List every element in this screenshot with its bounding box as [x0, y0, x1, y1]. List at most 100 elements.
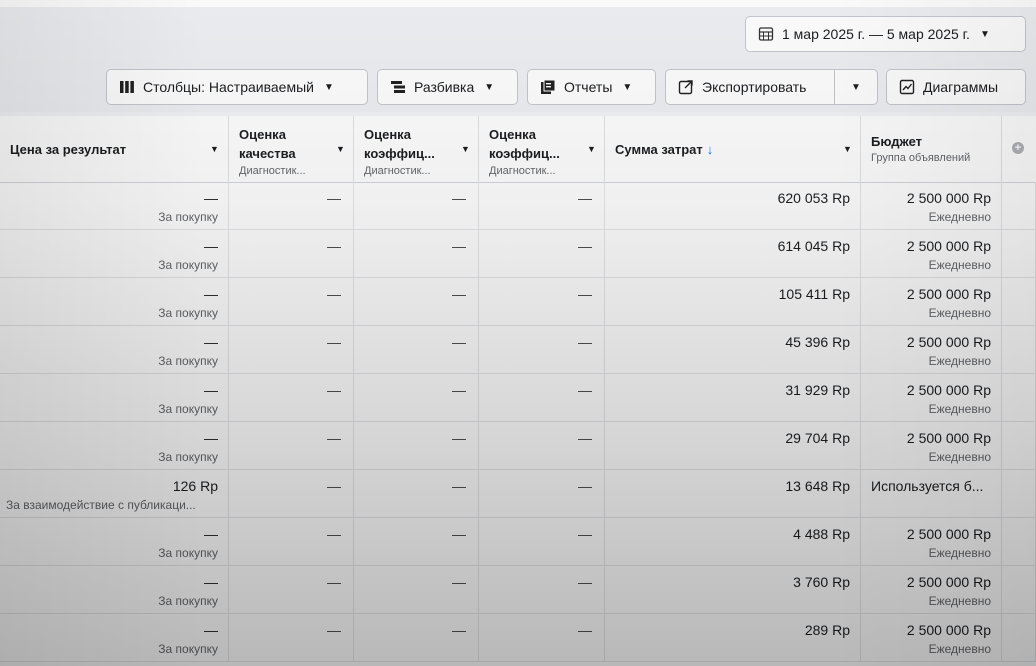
breakdown-label: Разбивка: [414, 79, 475, 95]
price-value: —: [204, 622, 218, 638]
cell-conversion: —: [479, 182, 605, 230]
breakdown-button[interactable]: Разбивка ▼: [377, 69, 518, 105]
cell-budget: 2 500 000 Rp Ежедневно: [861, 374, 1002, 422]
chevron-down-icon[interactable]: ▼: [336, 144, 345, 154]
export-button[interactable]: Экспортировать: [665, 69, 835, 105]
price-result-type: За покупку: [158, 594, 218, 608]
cell-conversion: —: [479, 470, 605, 518]
cell-budget: 2 500 000 Rp Ежедневно: [861, 422, 1002, 470]
cell-quality: —: [229, 566, 354, 614]
cell-budget: 2 500 000 Rp Ежедневно: [861, 566, 1002, 614]
price-result-type: За покупку: [158, 450, 218, 464]
quality-value: —: [327, 622, 341, 638]
cell-quality: —: [229, 518, 354, 566]
table-row[interactable]: — За покупку — — — 105 411 Rp 2 500 000 Rp Ежед…: [0, 278, 1036, 326]
ads-manager-page: 1 мар 2025 г. — 5 мар 2025 г. ▼ Столбцы:…: [0, 0, 1036, 666]
conversion-value: —: [578, 190, 592, 206]
engagement-value: —: [452, 238, 466, 254]
cell-budget: 2 500 000 Rp Ежедневно: [861, 230, 1002, 278]
chevron-down-icon[interactable]: ▼: [461, 144, 470, 154]
chevron-down-icon[interactable]: ▼: [587, 144, 596, 154]
top-divider: [0, 0, 1036, 7]
table-row[interactable]: — За покупку — — — 31 929 Rp 2 500 000 Rp Ежедн…: [0, 374, 1036, 422]
spend-value: 45 396 Rp: [785, 334, 850, 350]
table-body: — За покупку — — — 620 053 Rp 2 500 000 Rp Ежед…: [0, 182, 1036, 662]
engagement-value: —: [452, 286, 466, 302]
cell-conversion: —: [479, 566, 605, 614]
column-header-sublabel: Диагностик...: [239, 165, 306, 177]
column-header-budget[interactable]: Бюджет Группа объявлений: [861, 116, 1002, 182]
table-row[interactable]: — За покупку — — — 45 396 Rp 2 500 000 Rp Ежедн…: [0, 326, 1036, 374]
charts-button[interactable]: Диаграммы: [886, 69, 1026, 105]
column-header-quality[interactable]: Оценка качества ▼ Диагностик...: [229, 116, 354, 182]
cell-quality: —: [229, 374, 354, 422]
cell-quality: —: [229, 614, 354, 662]
engagement-value: —: [452, 574, 466, 590]
plus-icon[interactable]: +: [1012, 142, 1024, 154]
sort-descending-icon[interactable]: ↓: [707, 142, 714, 157]
cell-price: — За покупку: [0, 374, 229, 422]
cell-empty: [1002, 518, 1036, 566]
conversion-value: —: [578, 478, 592, 494]
cell-empty: [1002, 374, 1036, 422]
cell-budget: 2 500 000 Rp Ежедневно: [861, 278, 1002, 326]
cell-empty: [1002, 182, 1036, 230]
chevron-down-icon[interactable]: ▼: [210, 144, 219, 154]
cell-quality: —: [229, 326, 354, 374]
chart-icon: [899, 79, 915, 95]
engagement-value: —: [452, 478, 466, 494]
quality-value: —: [327, 526, 341, 542]
column-header-price[interactable]: Цена за результат ▼: [0, 116, 229, 182]
table-row[interactable]: — За покупку — — — 289 Rp 2 500 000 Rp Ежедневн…: [0, 614, 1036, 662]
engagement-value: —: [452, 382, 466, 398]
date-range-picker[interactable]: 1 мар 2025 г. — 5 мар 2025 г. ▼: [745, 16, 1026, 52]
table-row[interactable]: — За покупку — — — 29 704 Rp 2 500 000 Rp Ежедн…: [0, 422, 1036, 470]
engagement-value: —: [452, 622, 466, 638]
table-row[interactable]: 126 Rp За взаимодействие с публикаци... — —…: [0, 470, 1036, 518]
quality-value: —: [327, 286, 341, 302]
quality-value: —: [327, 430, 341, 446]
table-row[interactable]: — За покупку — — — 620 053 Rp 2 500 000 Rp Ежед…: [0, 182, 1036, 230]
column-header-conversion[interactable]: Оценка коэффиц... ▼ Диагностик...: [479, 116, 605, 182]
price-value: —: [204, 334, 218, 350]
chevron-down-icon[interactable]: ▼: [843, 144, 852, 154]
price-value: —: [204, 286, 218, 302]
export-icon: [678, 79, 694, 95]
spend-value: 105 411 Rp: [778, 286, 850, 302]
cell-spend: 29 704 Rp: [605, 422, 861, 470]
budget-value: 2 500 000 Rp: [906, 622, 991, 638]
cell-spend: 620 053 Rp: [605, 182, 861, 230]
cell-engagement: —: [354, 518, 479, 566]
export-options-button[interactable]: ▼: [834, 69, 878, 105]
spend-value: 13 648 Rp: [785, 478, 850, 494]
cell-price: — За покупку: [0, 230, 229, 278]
cell-budget: Используется б...: [861, 470, 1002, 518]
reports-button[interactable]: Отчеты ▼: [527, 69, 656, 105]
cell-engagement: —: [354, 230, 479, 278]
column-header-engagement[interactable]: Оценка коэффиц... ▼ Диагностик...: [354, 116, 479, 182]
cell-budget: 2 500 000 Rp Ежедневно: [861, 182, 1002, 230]
table-row[interactable]: — За покупку — — — 4 488 Rp 2 500 000 Rp Ежедне…: [0, 518, 1036, 566]
budget-period: Ежедневно: [928, 546, 991, 560]
cell-engagement: —: [354, 326, 479, 374]
cell-engagement: —: [354, 470, 479, 518]
budget-value[interactable]: Используется б...: [871, 478, 983, 494]
cell-conversion: —: [479, 278, 605, 326]
cell-empty: [1002, 566, 1036, 614]
cell-spend: 45 396 Rp: [605, 326, 861, 374]
table-row[interactable]: — За покупку — — — 3 760 Rp 2 500 000 Rp Ежедне…: [0, 566, 1036, 614]
add-column[interactable]: +: [1002, 116, 1036, 182]
columns-label: Столбцы: Настраиваемый: [143, 79, 314, 95]
breakdown-icon: [390, 79, 406, 95]
cell-quality: —: [229, 422, 354, 470]
budget-period: Ежедневно: [928, 402, 991, 416]
table-row[interactable]: — За покупку — — — 614 045 Rp 2 500 000 Rp Ежед…: [0, 230, 1036, 278]
cell-spend: 13 648 Rp: [605, 470, 861, 518]
cell-conversion: —: [479, 326, 605, 374]
budget-period: Ежедневно: [928, 306, 991, 320]
column-header-spend[interactable]: Сумма затрат ↓ ▼: [605, 116, 861, 182]
cell-spend: 4 488 Rp: [605, 518, 861, 566]
conversion-value: —: [578, 334, 592, 350]
columns-button[interactable]: Столбцы: Настраиваемый ▼: [106, 69, 368, 105]
engagement-value: —: [452, 526, 466, 542]
